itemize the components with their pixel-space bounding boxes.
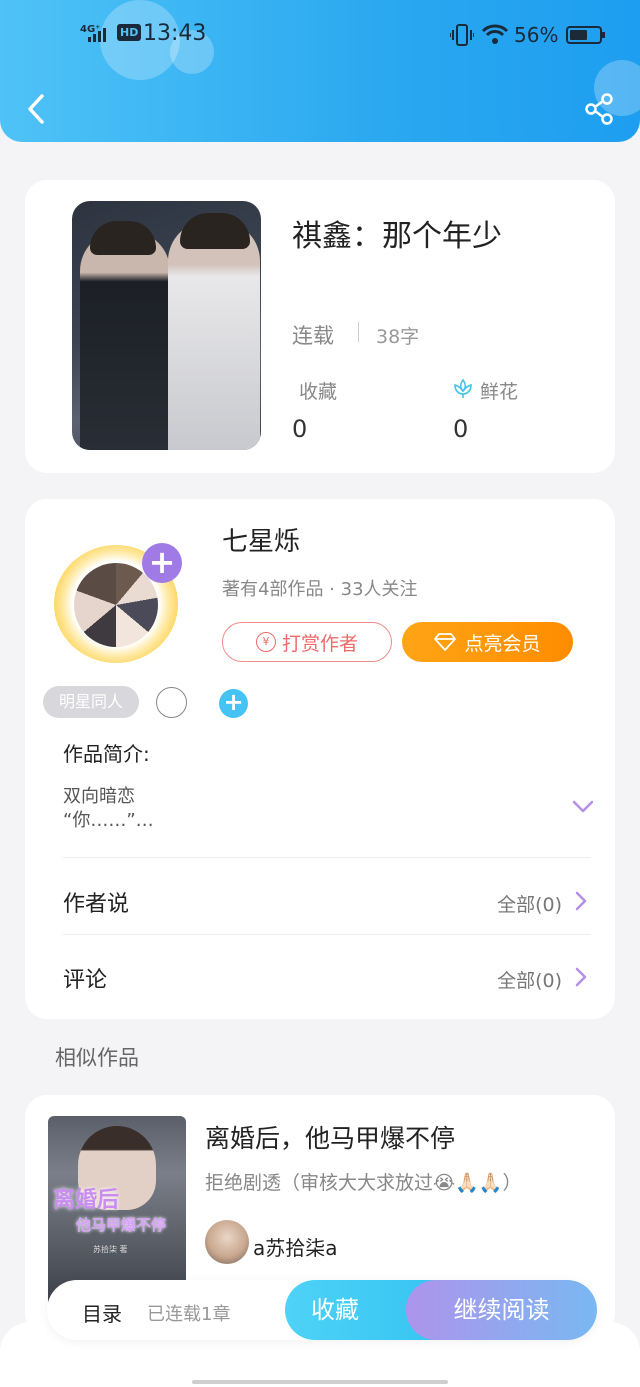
- intro-heading: 作品简介:: [63, 742, 150, 766]
- cover-figure-hair: [180, 213, 250, 249]
- cover-figure: [80, 231, 170, 450]
- similar-works-heading: 相似作品: [55, 1046, 139, 1070]
- signal-icon: [88, 28, 106, 42]
- comments-label[interactable]: 评论: [63, 962, 107, 994]
- cover-figure-hair: [90, 221, 156, 255]
- cover-text: 他马甲爆不停: [76, 1216, 167, 1234]
- tip-author-button[interactable]: ¥ 打赏作者: [222, 622, 392, 662]
- header-bar: 4G⁺ HD 13:43 56%: [0, 0, 640, 142]
- battery-percent: 56%: [514, 23, 559, 47]
- chevron-right-icon[interactable]: [574, 890, 588, 912]
- author-name[interactable]: 七星烁: [222, 521, 300, 558]
- vip-button[interactable]: 点亮会员: [402, 622, 573, 662]
- author-says-label[interactable]: 作者说: [63, 886, 129, 918]
- continue-reading-button[interactable]: 继续阅读: [406, 1280, 597, 1340]
- share-icon[interactable]: [582, 92, 616, 126]
- cover-text: 苏拾柒 著: [93, 1245, 128, 1254]
- cover-text: 离婚后: [53, 1188, 120, 1213]
- tag-toggle[interactable]: [156, 687, 187, 718]
- category-tag[interactable]: 明星同人: [43, 686, 139, 718]
- hd-badge: HD: [117, 24, 142, 41]
- similar-work-title[interactable]: 离婚后，他马甲爆不停: [205, 1119, 455, 1155]
- vibrate-icon: [450, 24, 474, 46]
- chevron-right-icon[interactable]: [574, 966, 588, 988]
- similar-work-author[interactable]: a苏拾柒a: [253, 1232, 338, 1261]
- divider: [358, 322, 359, 342]
- divider: [63, 857, 591, 858]
- collect-label: 收藏: [299, 381, 338, 403]
- intro-text: 双向暗恋: [63, 786, 135, 807]
- add-tag-button[interactable]: +: [219, 689, 248, 718]
- follow-author-button[interactable]: +: [142, 543, 182, 583]
- chapter-count: 已连载1章: [147, 1304, 231, 1325]
- divider: [63, 934, 591, 935]
- flower-icon: [454, 378, 472, 398]
- chevron-down-icon[interactable]: [570, 796, 596, 816]
- status-bar: 4G⁺ HD 13:43 56%: [0, 18, 640, 54]
- similar-work-cover[interactable]: 离婚后 他马甲爆不停 苏拾柒 著: [48, 1116, 186, 1306]
- yen-icon: ¥: [255, 632, 276, 652]
- word-count: 38字: [376, 326, 420, 348]
- back-arrow-icon[interactable]: [22, 92, 52, 126]
- cover-figure: [168, 221, 260, 450]
- tip-author-label: 打赏作者: [281, 632, 358, 655]
- diamond-icon: [434, 633, 457, 651]
- home-indicator[interactable]: [192, 1380, 448, 1384]
- collect-count: 0: [292, 415, 308, 443]
- book-cover[interactable]: [72, 201, 261, 450]
- battery-icon: [566, 26, 605, 44]
- avatar: [74, 563, 158, 647]
- book-status: 连载: [292, 324, 334, 348]
- vip-label: 点亮会员: [464, 632, 541, 655]
- similar-work-description: 拒绝剧透（审核大大求放过😭🙏🏻🙏🏻）: [205, 1172, 522, 1194]
- author-meta: 著有4部作品 · 33人关注: [222, 579, 418, 600]
- comments-all[interactable]: 全部(0): [497, 966, 562, 993]
- toc-button[interactable]: 目录: [82, 1298, 122, 1327]
- flower-label: 鲜花: [480, 381, 519, 403]
- intro-text: “你……”…: [63, 810, 154, 831]
- wifi-icon: [481, 24, 509, 44]
- book-title: 祺鑫：那个年少: [292, 219, 502, 254]
- author-says-all[interactable]: 全部(0): [497, 890, 562, 917]
- avatar[interactable]: [205, 1220, 249, 1264]
- clock: 13:43: [143, 21, 207, 46]
- flower-count: 0: [453, 415, 469, 443]
